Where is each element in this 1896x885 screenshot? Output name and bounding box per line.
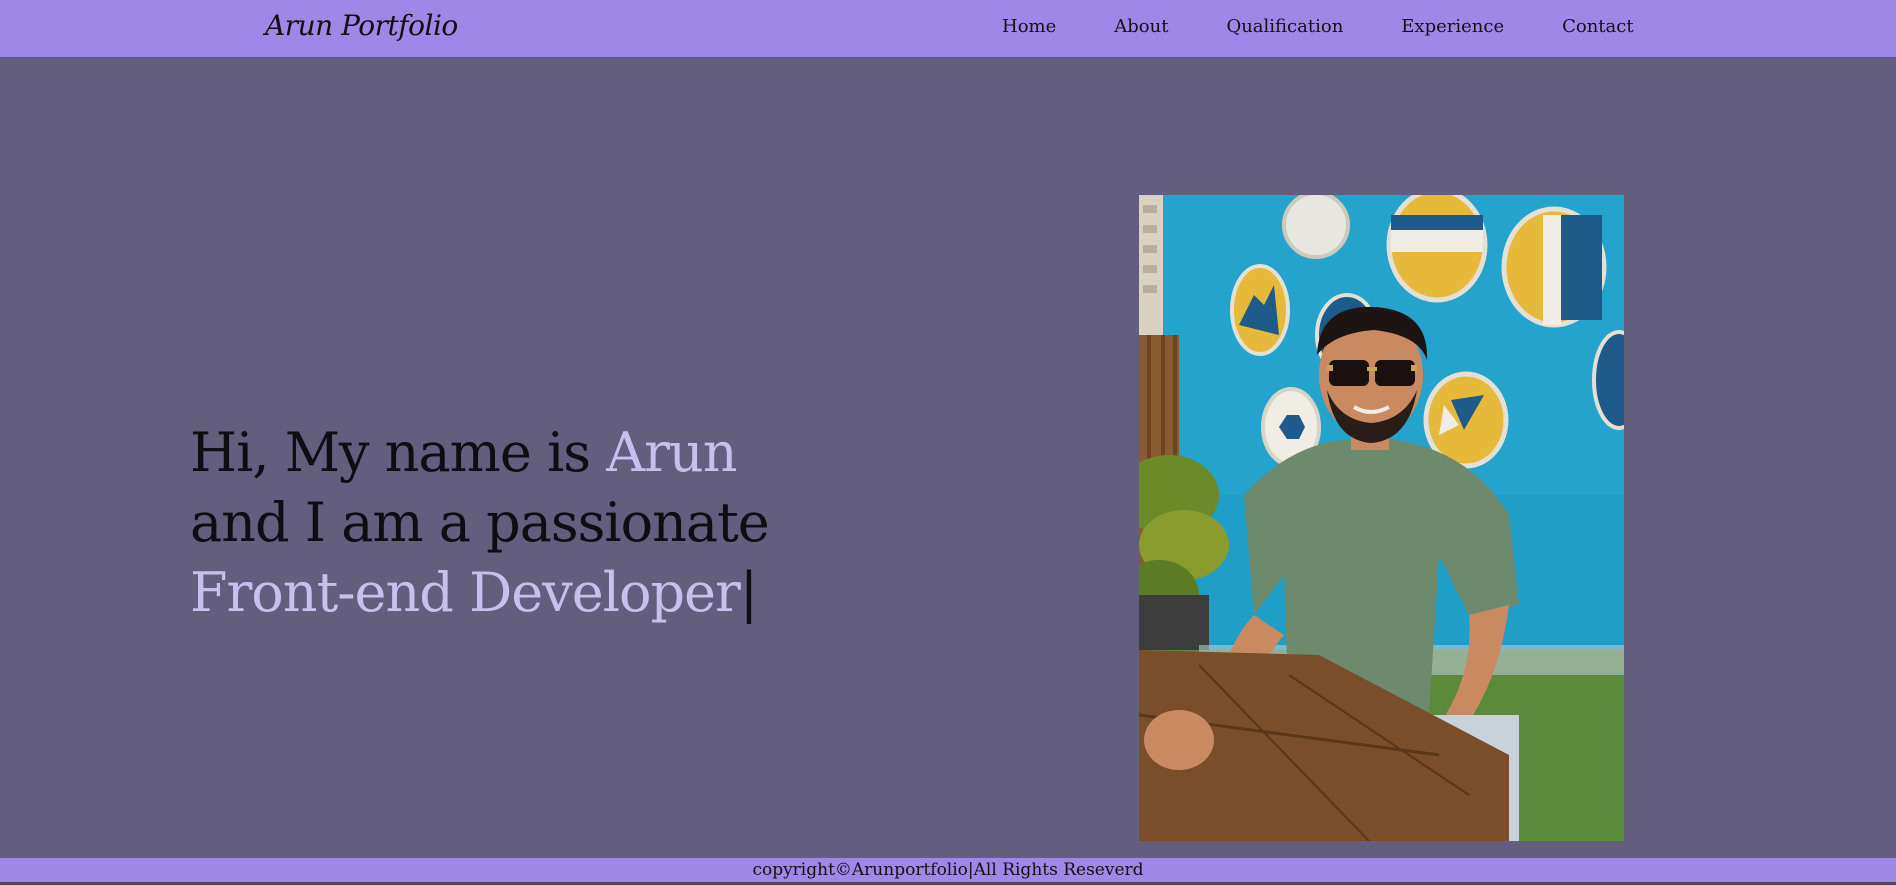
nav-qualification-link[interactable]: Qualification [1226,16,1343,37]
brand-logo-text[interactable]: Arun Portfolio [265,9,458,42]
nav-experience-link[interactable]: Experience [1401,16,1504,37]
hero-line-1: Hi, My name is Arun [190,418,769,488]
nav-home-link[interactable]: Home [1002,16,1056,37]
footer-bar: copyright©Arunportfolio|All Rights Resev… [0,858,1896,882]
hero-line-2: and I am a passionate [190,491,770,554]
main-nav: Home About Qualification Experience Cont… [1002,16,1634,37]
hero-heading: Hi, My name is Arun and I am a passionat… [190,418,770,628]
profile-photo-illustration [1139,195,1624,841]
typing-cursor: | [739,561,758,624]
hero-line-3: Front-end Developer| [190,558,769,628]
hero-name: Arun [606,421,737,484]
hero-greeting: Hi, My name is [190,421,607,484]
top-navbar: Arun Portfolio Home About Qualification … [0,0,1896,57]
copyright-text: copyright©Arunportfolio|All Rights Resev… [752,860,1144,880]
profile-photo [1139,195,1624,841]
hero-role: Front-end Developer [190,561,741,624]
nav-contact-link[interactable]: Contact [1562,16,1633,37]
nav-about-link[interactable]: About [1114,16,1168,37]
